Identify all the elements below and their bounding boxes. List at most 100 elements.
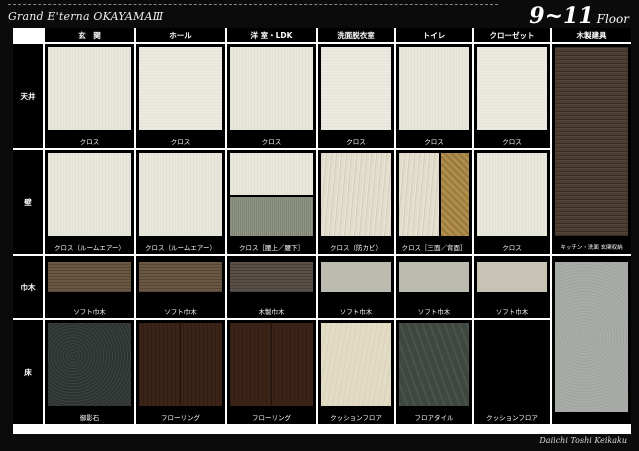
swatch-cell: クロス（ルームエアー）	[45, 150, 134, 254]
floor-label: Floor	[596, 12, 629, 26]
column-header-toilet: トイレ	[396, 28, 472, 42]
swatch-caption: クロス	[170, 138, 191, 146]
swatch-cell: クロス	[318, 44, 394, 148]
swatch-cell: クロス	[227, 44, 316, 148]
plank-seam	[180, 323, 181, 406]
swatch-image	[139, 323, 222, 406]
column-header-fittings: 木製建具	[552, 28, 631, 42]
column-header-entrance: 玄 関	[45, 28, 134, 42]
swatch-cell: フローリング	[227, 320, 316, 424]
swatch-caption: クロス	[261, 138, 282, 146]
swatch-caption: 木製巾木	[258, 308, 285, 316]
swatch-image	[48, 323, 131, 406]
swatch-caption: キッチン・洗面 玄関収納	[560, 245, 623, 251]
swatch-image	[48, 262, 131, 292]
floor-title: 9~11 Floor	[529, 3, 629, 29]
swatch-image	[477, 47, 547, 130]
swatch-cell: ソフト巾木	[45, 256, 134, 318]
swatch-caption: クッションフロア	[486, 414, 538, 422]
swatch-cell: ソフト巾木	[396, 256, 472, 318]
swatch-cell: ソフト巾木	[136, 256, 225, 318]
swatch-cell: クロス［三面／背面］	[396, 150, 472, 254]
swatch-image	[321, 323, 391, 406]
swatch-caption: クロス	[79, 138, 100, 146]
swatch-cell-fittings-lower	[552, 256, 631, 424]
swatch-image	[48, 47, 131, 130]
swatch-cell: クッションフロア	[474, 320, 550, 424]
column-header-washroom: 洗面脱衣室	[318, 28, 394, 42]
swatch-caption: ソフト巾木	[73, 308, 106, 316]
swatch-cell: ソフト巾木	[318, 256, 394, 318]
swatch-image	[399, 262, 469, 292]
swatch-caption: クッションフロア	[330, 414, 382, 422]
swatch-caption: ソフト巾木	[339, 308, 373, 316]
row-header-floor: 床	[13, 320, 43, 424]
swatch-caption: フロアタイル	[414, 414, 454, 422]
swatch-right	[441, 153, 469, 236]
swatch-cell: フローリング	[136, 320, 225, 424]
swatch-caption: ソフト巾木	[495, 308, 529, 316]
swatch-cell: クロス（ルームエアー）	[136, 150, 225, 254]
swatch-image	[230, 262, 313, 292]
swatch-image	[230, 47, 313, 130]
swatch-caption: クロス	[502, 244, 522, 252]
swatch-image	[48, 153, 131, 236]
header: Grand E'terna OKAYAMAⅢ 9~11 Floor	[0, 0, 639, 29]
finish-table: 玄 関 ホール 洋 室・LDK 洗面脱衣室 トイレ クローゼット 木製建具 天井…	[13, 28, 631, 434]
swatch-caption: フローリング	[161, 414, 200, 422]
divider	[8, 4, 498, 5]
swatch-cell: クッションフロア	[318, 320, 394, 424]
swatch-image	[555, 262, 628, 412]
column-header-hall: ホール	[136, 28, 225, 42]
swatch-cell: 御影石	[45, 320, 134, 424]
swatch-image	[477, 262, 547, 292]
swatch-caption: フローリング	[252, 414, 291, 422]
footer-credit: Daiichi Toshi Keikaku	[539, 436, 627, 445]
swatch-image	[139, 262, 222, 292]
swatch-caption: クロス［三面／背面］	[401, 244, 467, 252]
swatch-image	[230, 323, 313, 406]
swatch-upper	[230, 153, 313, 195]
swatch-cell-fittings: キッチン・洗面 玄関収納	[552, 44, 631, 254]
swatch-caption: 御影石	[79, 414, 100, 422]
swatch-caption: ソフト巾木	[164, 308, 197, 316]
swatch-caption: クロス［腰上／腰下］	[239, 244, 304, 252]
column-header-ldk: 洋 室・LDK	[227, 28, 316, 42]
swatch-image	[139, 47, 222, 130]
swatch-cell: クロス［腰上／腰下］	[227, 150, 316, 254]
swatch-image	[139, 153, 222, 236]
swatch-caption: クロス	[346, 138, 366, 146]
swatch-image	[321, 47, 391, 130]
swatch-image	[399, 323, 469, 406]
swatch-cell: クロス	[474, 150, 550, 254]
swatch-image	[399, 47, 469, 130]
swatch-image	[321, 262, 391, 292]
swatch-caption: クロス	[502, 138, 522, 146]
swatch-cell: 木製巾木	[227, 256, 316, 318]
swatch-image	[555, 47, 628, 236]
brand-title: Grand E'terna OKAYAMAⅢ	[8, 10, 164, 23]
row-header-ceiling: 天井	[13, 44, 43, 148]
row-header-baseboard: 巾木	[13, 256, 43, 318]
swatch-cell: ソフト巾木	[474, 256, 550, 318]
swatch-cell: クロス	[396, 44, 472, 148]
swatch-image	[230, 153, 313, 236]
swatch-caption: クロス	[424, 138, 444, 146]
swatch-cell: クロス（防カビ）	[318, 150, 394, 254]
swatch-cell: クロス	[136, 44, 225, 148]
swatch-image	[399, 153, 469, 236]
swatch-image	[477, 323, 547, 406]
column-header-closet: クローゼット	[474, 28, 550, 42]
floor-number: 9~11	[529, 3, 594, 29]
swatch-caption: ソフト巾木	[417, 308, 451, 316]
swatch-image	[321, 153, 391, 236]
swatch-cell: クロス	[474, 44, 550, 148]
swatch-left	[399, 153, 439, 236]
swatch-caption: クロス（ルームエアー）	[54, 244, 125, 252]
swatch-image	[477, 153, 547, 236]
swatch-cell: フロアタイル	[396, 320, 472, 424]
row-header-wall: 壁	[13, 150, 43, 254]
swatch-caption: クロス（防カビ）	[330, 244, 382, 252]
plank-seam	[271, 323, 272, 406]
swatch-caption: クロス（ルームエアー）	[145, 244, 216, 252]
